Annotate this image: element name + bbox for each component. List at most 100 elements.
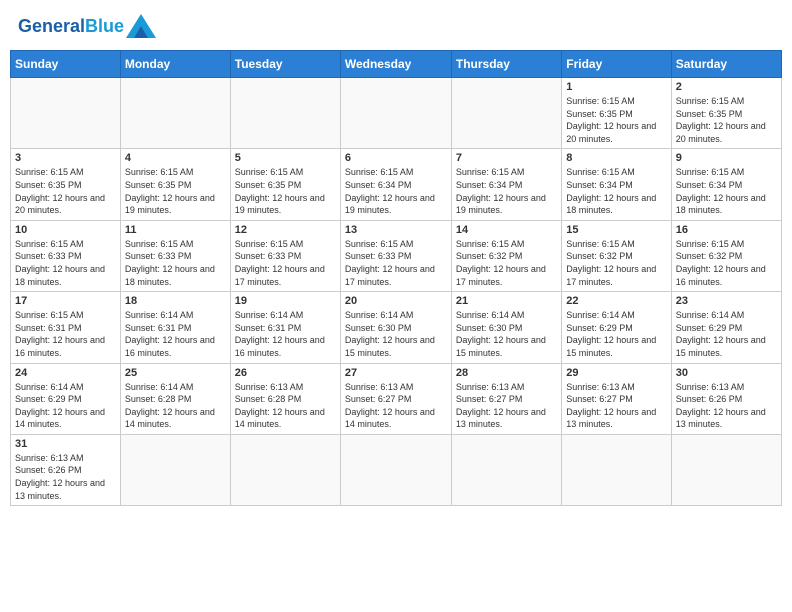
day-number: 12 <box>235 224 336 236</box>
day-number: 11 <box>125 224 226 236</box>
week-row-5: 24Sunrise: 6:14 AM Sunset: 6:29 PM Dayli… <box>11 363 782 434</box>
day-number: 14 <box>456 224 557 236</box>
day-cell: 2Sunrise: 6:15 AM Sunset: 6:35 PM Daylig… <box>671 78 781 149</box>
day-info: Sunrise: 6:15 AM Sunset: 6:34 PM Dayligh… <box>345 166 447 216</box>
day-info: Sunrise: 6:15 AM Sunset: 6:34 PM Dayligh… <box>566 166 666 216</box>
day-number: 4 <box>125 152 226 164</box>
day-info: Sunrise: 6:14 AM Sunset: 6:29 PM Dayligh… <box>566 309 666 359</box>
day-number: 18 <box>125 295 226 307</box>
day-cell: 26Sunrise: 6:13 AM Sunset: 6:28 PM Dayli… <box>230 363 340 434</box>
day-info: Sunrise: 6:14 AM Sunset: 6:28 PM Dayligh… <box>125 381 226 431</box>
logo-icon <box>126 14 156 38</box>
day-info: Sunrise: 6:13 AM Sunset: 6:27 PM Dayligh… <box>566 381 666 431</box>
day-cell: 8 Sunrise: 6:15 AM Sunset: 6:34 PM Daylig… <box>562 149 671 220</box>
day-cell <box>562 434 671 505</box>
column-header-monday: Monday <box>120 51 230 78</box>
day-info: Sunrise: 6:15 AM Sunset: 6:32 PM Dayligh… <box>566 238 666 288</box>
day-info: Sunrise: 6:13 AM Sunset: 6:26 PM Dayligh… <box>15 452 116 502</box>
column-header-sunday: Sunday <box>11 51 121 78</box>
day-number: 10 <box>15 224 116 236</box>
week-row-3: 10 Sunrise: 6:15 AM Sunset: 6:33 PM Dayli… <box>11 220 782 291</box>
day-number: 25 <box>125 367 226 379</box>
day-number: 23 <box>676 295 777 307</box>
day-cell: 18Sunrise: 6:14 AM Sunset: 6:31 PM Dayli… <box>120 292 230 363</box>
day-number: 22 <box>566 295 666 307</box>
day-cell: 20 Sunrise: 6:14 AM Sunset: 6:30 PM Dayli… <box>340 292 451 363</box>
day-info: Sunrise: 6:13 AM Sunset: 6:27 PM Dayligh… <box>345 381 447 431</box>
day-info: Sunrise: 6:15 AM Sunset: 6:33 PM Dayligh… <box>235 238 336 288</box>
day-info: Sunrise: 6:14 AM Sunset: 6:31 PM Dayligh… <box>235 309 336 359</box>
day-cell: 23Sunrise: 6:14 AM Sunset: 6:29 PM Dayli… <box>671 292 781 363</box>
week-row-2: 3Sunrise: 6:15 AM Sunset: 6:35 PM Daylig… <box>11 149 782 220</box>
day-number: 17 <box>15 295 116 307</box>
day-cell <box>120 78 230 149</box>
day-cell: 28 Sunrise: 6:13 AM Sunset: 6:27 PM Dayli… <box>451 363 561 434</box>
day-info: Sunrise: 6:15 AM Sunset: 6:32 PM Dayligh… <box>676 238 777 288</box>
day-number: 20 <box>345 295 447 307</box>
day-number: 9 <box>676 152 777 164</box>
day-cell: 7 Sunrise: 6:15 AM Sunset: 6:34 PM Daylig… <box>451 149 561 220</box>
day-cell <box>11 78 121 149</box>
day-info: Sunrise: 6:15 AM Sunset: 6:34 PM Dayligh… <box>676 166 777 216</box>
day-info: Sunrise: 6:13 AM Sunset: 6:27 PM Dayligh… <box>456 381 557 431</box>
day-info: Sunrise: 6:15 AM Sunset: 6:31 PM Dayligh… <box>15 309 116 359</box>
day-cell <box>451 434 561 505</box>
day-number: 7 <box>456 152 557 164</box>
day-cell: 22 Sunrise: 6:14 AM Sunset: 6:29 PM Dayli… <box>562 292 671 363</box>
logo: GeneralBlue <box>18 14 156 38</box>
day-info: Sunrise: 6:15 AM Sunset: 6:33 PM Dayligh… <box>15 238 116 288</box>
day-cell: 11 Sunrise: 6:15 AM Sunset: 6:33 PM Dayli… <box>120 220 230 291</box>
day-info: Sunrise: 6:14 AM Sunset: 6:30 PM Dayligh… <box>345 309 447 359</box>
day-number: 15 <box>566 224 666 236</box>
column-header-friday: Friday <box>562 51 671 78</box>
day-cell <box>230 434 340 505</box>
day-number: 29 <box>566 367 666 379</box>
day-info: Sunrise: 6:15 AM Sunset: 6:35 PM Dayligh… <box>125 166 226 216</box>
day-info: Sunrise: 6:14 AM Sunset: 6:29 PM Dayligh… <box>15 381 116 431</box>
day-number: 8 <box>566 152 666 164</box>
logo-blue: Blue <box>85 16 124 36</box>
day-cell: 3Sunrise: 6:15 AM Sunset: 6:35 PM Daylig… <box>11 149 121 220</box>
day-info: Sunrise: 6:15 AM Sunset: 6:35 PM Dayligh… <box>15 166 116 216</box>
day-cell: 9 Sunrise: 6:15 AM Sunset: 6:34 PM Daylig… <box>671 149 781 220</box>
day-number: 13 <box>345 224 447 236</box>
day-cell: 5 Sunrise: 6:15 AM Sunset: 6:35 PM Daylig… <box>230 149 340 220</box>
day-info: Sunrise: 6:15 AM Sunset: 6:34 PM Dayligh… <box>456 166 557 216</box>
calendar: SundayMondayTuesdayWednesdayThursdayFrid… <box>10 50 782 506</box>
column-header-wednesday: Wednesday <box>340 51 451 78</box>
day-cell: 19 Sunrise: 6:14 AM Sunset: 6:31 PM Dayli… <box>230 292 340 363</box>
day-info: Sunrise: 6:15 AM Sunset: 6:35 PM Dayligh… <box>235 166 336 216</box>
day-cell: 29 Sunrise: 6:13 AM Sunset: 6:27 PM Dayli… <box>562 363 671 434</box>
day-cell <box>340 434 451 505</box>
day-cell: 17 Sunrise: 6:15 AM Sunset: 6:31 PM Dayli… <box>11 292 121 363</box>
day-number: 31 <box>15 438 116 450</box>
day-cell: 1 Sunrise: 6:15 AM Sunset: 6:35 PM Daylig… <box>562 78 671 149</box>
column-header-tuesday: Tuesday <box>230 51 340 78</box>
day-info: Sunrise: 6:15 AM Sunset: 6:32 PM Dayligh… <box>456 238 557 288</box>
day-info: Sunrise: 6:13 AM Sunset: 6:26 PM Dayligh… <box>676 381 777 431</box>
column-header-saturday: Saturday <box>671 51 781 78</box>
day-number: 30 <box>676 367 777 379</box>
week-row-6: 31 Sunrise: 6:13 AM Sunset: 6:26 PM Dayli… <box>11 434 782 505</box>
day-number: 21 <box>456 295 557 307</box>
day-cell <box>671 434 781 505</box>
day-number: 28 <box>456 367 557 379</box>
day-number: 19 <box>235 295 336 307</box>
page-header: GeneralBlue <box>10 10 782 42</box>
day-info: Sunrise: 6:14 AM Sunset: 6:30 PM Dayligh… <box>456 309 557 359</box>
day-number: 2 <box>676 81 777 93</box>
day-number: 5 <box>235 152 336 164</box>
day-info: Sunrise: 6:13 AM Sunset: 6:28 PM Dayligh… <box>235 381 336 431</box>
day-info: Sunrise: 6:15 AM Sunset: 6:35 PM Dayligh… <box>566 95 666 145</box>
header-row: SundayMondayTuesdayWednesdayThursdayFrid… <box>11 51 782 78</box>
week-row-1: 1 Sunrise: 6:15 AM Sunset: 6:35 PM Daylig… <box>11 78 782 149</box>
day-cell: 27Sunrise: 6:13 AM Sunset: 6:27 PM Dayli… <box>340 363 451 434</box>
day-cell <box>230 78 340 149</box>
day-cell: 31 Sunrise: 6:13 AM Sunset: 6:26 PM Dayli… <box>11 434 121 505</box>
day-cell: 16Sunrise: 6:15 AM Sunset: 6:32 PM Dayli… <box>671 220 781 291</box>
day-number: 1 <box>566 81 666 93</box>
day-cell: 12 Sunrise: 6:15 AM Sunset: 6:33 PM Dayli… <box>230 220 340 291</box>
day-cell: 4 Sunrise: 6:15 AM Sunset: 6:35 PM Daylig… <box>120 149 230 220</box>
day-info: Sunrise: 6:15 AM Sunset: 6:33 PM Dayligh… <box>125 238 226 288</box>
day-cell: 25 Sunrise: 6:14 AM Sunset: 6:28 PM Dayli… <box>120 363 230 434</box>
